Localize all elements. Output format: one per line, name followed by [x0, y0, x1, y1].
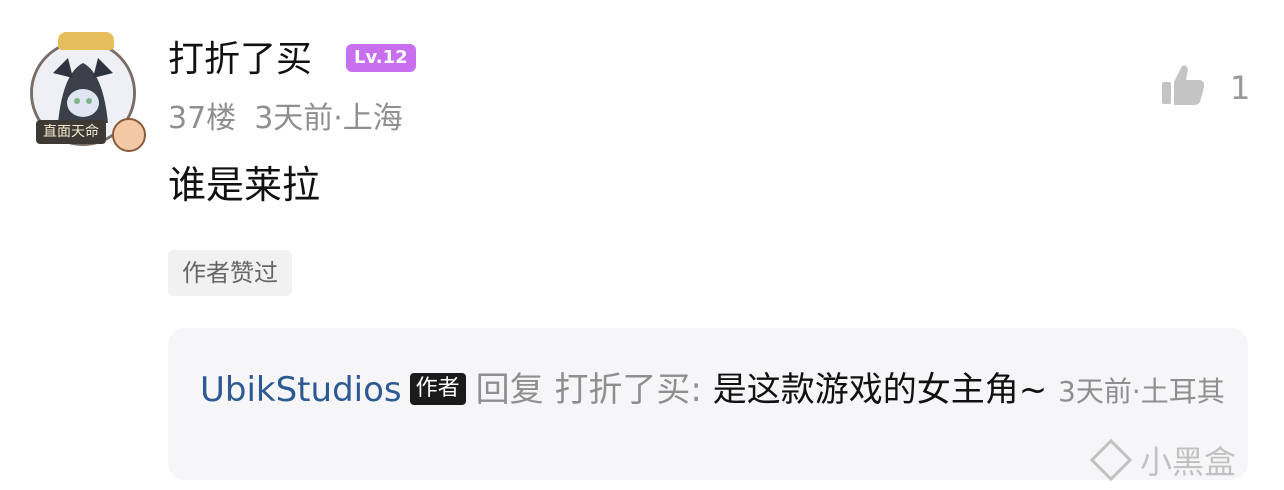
frame-crown-decoration [58, 32, 114, 50]
reply-verb: 回复 [475, 370, 544, 410]
comment-content: 谁是莱拉 [168, 163, 321, 207]
like-count: 1 [1230, 69, 1251, 107]
reply-target-user[interactable]: 打折了买: [554, 370, 701, 410]
level-badge: Lv.12 [346, 44, 416, 72]
comment-time-location: 3天前·上海 [254, 101, 403, 136]
heybox-logo-icon [1089, 438, 1133, 482]
username[interactable]: 打折了买 [168, 38, 312, 82]
floor-number: 37楼 [168, 101, 237, 136]
reply-line: UbikStudios 作者 回复 打折了买: 是这款游戏的女主角~ 3天前·土耳其 [200, 366, 1230, 416]
like-button[interactable]: 1 [1160, 60, 1250, 114]
author-liked-tag: 作者赞过 [168, 250, 292, 296]
monkey-face-icon [112, 118, 146, 152]
avatar-frame-label: 直面天命 [36, 120, 106, 144]
thumbs-up-icon [1162, 65, 1205, 105]
comment-meta: 37楼 3天前·上海 [168, 100, 403, 138]
reply-box[interactable]: UbikStudios 作者 回复 打折了买: 是这款游戏的女主角~ 3天前·土耳其 [168, 328, 1248, 480]
avatar-with-frame[interactable]: 直面天命 [24, 30, 148, 152]
author-badge: 作者 [409, 373, 466, 405]
reply-text: 是这款游戏的女主角~ [712, 370, 1048, 410]
watermark: 小黑盒 [1089, 438, 1266, 484]
reply-time-location: 3天前·土耳其 [1058, 375, 1225, 408]
watermark-text: 小黑盒 [1140, 443, 1237, 481]
reply-author[interactable]: UbikStudios [200, 370, 402, 410]
